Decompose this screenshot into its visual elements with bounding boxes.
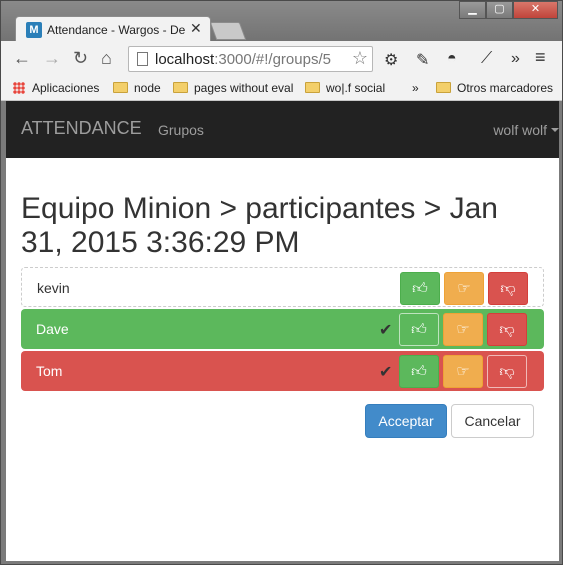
- absent-button[interactable]: 👎︎: [487, 355, 527, 388]
- participant-name: Dave: [36, 321, 69, 337]
- back-icon[interactable]: ←: [13, 48, 31, 69]
- participant-name: kevin: [37, 280, 70, 296]
- thumbs-down-icon: 👎︎: [499, 321, 515, 338]
- user-name: wolf wolf: [493, 122, 547, 138]
- thumbs-up-icon: 👍︎: [412, 280, 428, 297]
- brand-link[interactable]: ATTENDANCE: [21, 118, 142, 139]
- user-menu[interactable]: wolf wolf: [493, 122, 559, 138]
- url-text: localhost:3000/#!/groups/5: [155, 51, 331, 68]
- apps-grid-icon: [13, 82, 25, 94]
- browser-toolbar: ← → ↻ ⌂ localhost:3000/#!/groups/5 ☆ ⚙ ✎…: [1, 41, 562, 75]
- nav-link-grupos[interactable]: Grupos: [158, 122, 204, 138]
- thumbs-up-icon: 👍︎: [411, 363, 427, 380]
- folder-icon: [113, 82, 128, 93]
- minimize-icon[interactable]: ▁: [459, 1, 486, 19]
- late-button[interactable]: ☞: [444, 272, 484, 305]
- chrome-menu-icon[interactable]: ≡: [535, 47, 546, 68]
- page-content: ATTENDANCE Grupos wolf wolf Equipo Minio…: [6, 101, 559, 561]
- tab-close-icon[interactable]: ✕: [190, 20, 202, 37]
- caret-down-icon: [551, 128, 559, 132]
- bookmark-star-icon[interactable]: ☆: [352, 48, 368, 69]
- folder-icon: [173, 82, 188, 93]
- reload-icon[interactable]: ↻: [73, 48, 88, 69]
- late-button[interactable]: ☞: [443, 313, 483, 346]
- hand-point-right-icon: ☞: [457, 280, 471, 297]
- app-navbar: ATTENDANCE Grupos wolf wolf: [6, 101, 559, 158]
- window-controls: ▁ ▢ ✕: [459, 1, 558, 19]
- home-icon[interactable]: ⌂: [101, 48, 112, 69]
- page-title: Equipo Minion > participantes > Jan 31, …: [21, 192, 498, 259]
- browser-tab[interactable]: M Attendance - Wargos - De ✕: [15, 16, 211, 42]
- absent-button[interactable]: 👎︎: [488, 272, 528, 305]
- eyedropper-icon[interactable]: ⟋: [481, 50, 492, 68]
- hand-point-right-icon: ☞: [456, 321, 470, 338]
- participant-row: kevin 👍︎ ☞ 👎︎: [21, 267, 544, 307]
- absent-button[interactable]: 👎︎: [487, 313, 527, 346]
- present-button[interactable]: 👍︎: [399, 313, 439, 346]
- bookmark-pages-without-eval[interactable]: pages without eval: [173, 81, 293, 95]
- bookmarks-overflow-icon[interactable]: »: [412, 81, 419, 95]
- app-favicon-icon: M: [26, 22, 42, 38]
- folder-icon: [436, 82, 451, 93]
- forward-icon[interactable]: →: [43, 48, 61, 69]
- maximize-icon[interactable]: ▢: [486, 1, 513, 19]
- bookmark-wolf-social[interactable]: wo|.f social: [305, 81, 385, 95]
- present-button[interactable]: 👍︎: [400, 272, 440, 305]
- folder-icon: [305, 82, 320, 93]
- cancel-button[interactable]: Cancelar: [451, 404, 534, 438]
- tab-strip: M Attendance - Wargos - De ✕ ▁ ▢ ✕: [1, 1, 562, 42]
- hand-point-right-icon: ☞: [456, 363, 470, 380]
- bookmark-apps[interactable]: Aplicaciones: [13, 81, 99, 95]
- check-icon: ✔: [379, 322, 393, 339]
- participant-list: kevin 👍︎ ☞ 👎︎ Dave ✔ 👍︎ ☞ 👎︎ Tom ✔ 👍︎ ☞ …: [21, 267, 544, 393]
- thumbs-down-icon: 👎︎: [499, 363, 515, 380]
- browser-window: M Attendance - Wargos - De ✕ ▁ ▢ ✕ ← → ↻…: [0, 0, 563, 565]
- participant-name: Tom: [36, 363, 63, 379]
- thumbs-down-icon: 👎︎: [500, 280, 516, 297]
- bookmark-node[interactable]: node: [113, 81, 161, 95]
- participant-row: Tom ✔ 👍︎ ☞ 👎︎: [21, 351, 544, 391]
- tab-title: Attendance - Wargos - De: [47, 23, 185, 37]
- close-icon[interactable]: ✕: [513, 1, 558, 19]
- late-button[interactable]: ☞: [443, 355, 483, 388]
- gear-icon[interactable]: ⚙: [384, 50, 398, 70]
- extensions-overflow-icon[interactable]: »: [511, 50, 520, 68]
- evernote-icon[interactable]: ✎: [416, 50, 429, 70]
- thumbs-up-icon: 👍︎: [411, 321, 427, 338]
- incognito-mask-icon[interactable]: ◓: [447, 50, 457, 68]
- address-bar[interactable]: localhost:3000/#!/groups/5 ☆: [128, 46, 373, 72]
- accept-button[interactable]: Acceptar: [365, 404, 447, 438]
- participant-row: Dave ✔ 👍︎ ☞ 👎︎: [21, 309, 544, 349]
- bookmark-other[interactable]: Otros marcadores: [436, 81, 553, 95]
- present-button[interactable]: 👍︎: [399, 355, 439, 388]
- bookmarks-bar: Aplicaciones node pages without eval wo|…: [1, 75, 562, 101]
- page-icon: [137, 52, 148, 66]
- check-icon: ✔: [379, 364, 393, 381]
- new-tab-button[interactable]: [209, 22, 247, 40]
